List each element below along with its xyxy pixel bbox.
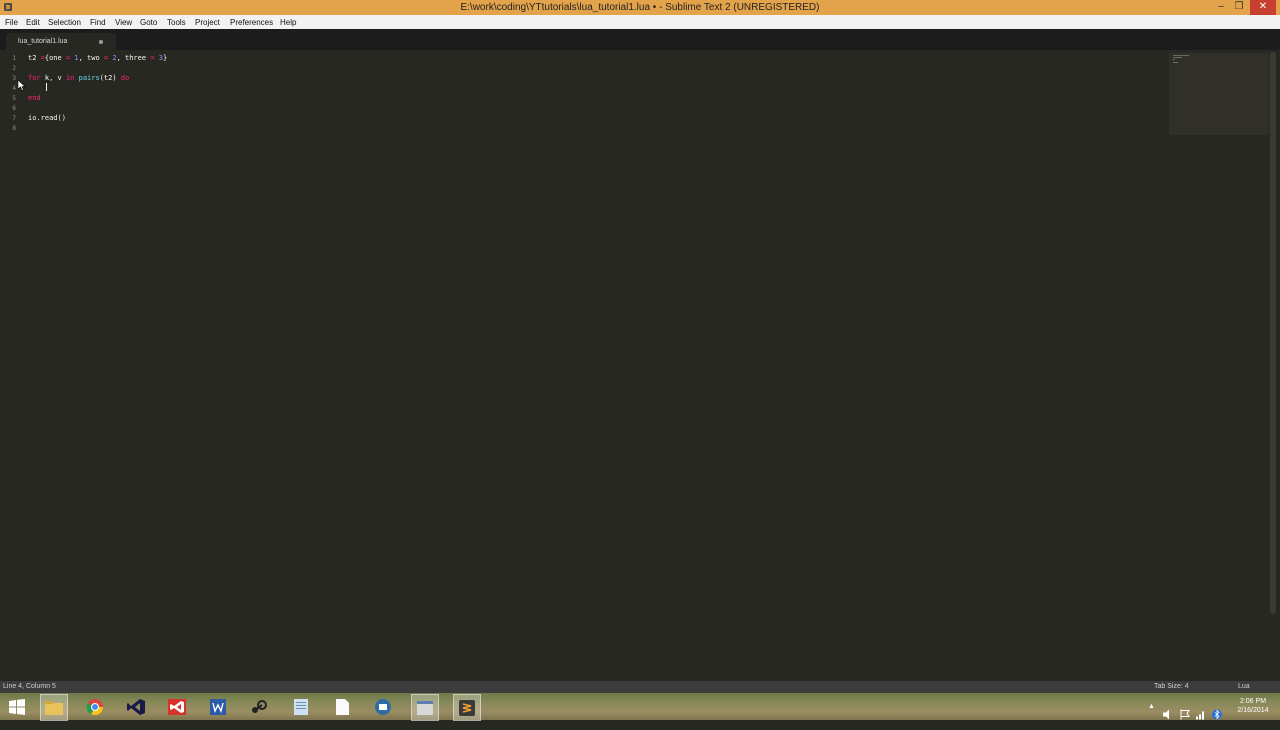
code-line-1: t2 ={one = 1, two = 2, three = 3} [28, 54, 167, 62]
code-token: io.read() [28, 114, 66, 122]
flag-icon[interactable] [1180, 701, 1190, 728]
line-number: 2 [12, 65, 16, 72]
tab-label: lua_tutorial1.lua [18, 38, 68, 45]
code-line-7: io.read() [28, 114, 66, 122]
code-line-3: for k, v in pairs(t2) do [28, 74, 129, 82]
taskbar: ▲ 2:06 PM 2/16/2014 [0, 693, 1280, 721]
code-token: k, v [40, 74, 66, 82]
network-icon[interactable] [1196, 701, 1206, 728]
code-token: pairs [78, 74, 100, 82]
code-token: do [120, 74, 130, 82]
start-icon[interactable] [4, 694, 30, 719]
line-number: 6 [12, 105, 16, 112]
menu-preferences[interactable]: Preferences [230, 18, 273, 27]
tab-size-selector[interactable]: Tab Size: 4 [1154, 683, 1189, 690]
menu-goto[interactable]: Goto [140, 18, 157, 27]
minimap[interactable] [1169, 53, 1269, 135]
sublime-text-icon[interactable] [453, 694, 481, 721]
line-number: 5 [12, 95, 16, 102]
minimize-button[interactable]: – [1212, 0, 1230, 15]
minimap-line [1173, 59, 1175, 60]
code-token: end [28, 94, 41, 102]
show-hidden-icons-icon[interactable]: ▲ [1148, 703, 1155, 730]
word-icon[interactable] [205, 694, 231, 719]
mouse-pointer-icon [18, 80, 26, 91]
cursor-position: Line 4, Column 5 [3, 683, 56, 690]
clock-time: 2:06 PM [1239, 698, 1267, 705]
steam-icon[interactable] [246, 694, 272, 719]
close-button[interactable]: ✕ [1250, 0, 1276, 15]
code-token: , three [116, 54, 151, 62]
minimap-line [1173, 62, 1178, 63]
code-token: , two [78, 54, 104, 62]
line-number: 4 [12, 85, 16, 92]
file-explorer-icon[interactable] [40, 694, 68, 721]
line-number: 3 [12, 75, 16, 82]
code-editor[interactable]: 1 2 3 4 5 6 7 8 t2 ={one = 1, two = 2, t… [0, 50, 1280, 681]
menu-selection[interactable]: Selection [48, 18, 81, 27]
line-number: 8 [12, 125, 16, 132]
file-tab[interactable]: lua_tutorial1.lua [6, 33, 116, 50]
maximize-button[interactable]: ❐ [1230, 0, 1248, 15]
line-number: 1 [12, 55, 16, 62]
minimap-line [1173, 55, 1189, 56]
vertical-scrollbar[interactable] [1270, 52, 1276, 614]
title-bar: E:\work\coding\YTtutorials\lua_tutorial1… [0, 0, 1280, 15]
chrome-icon[interactable] [82, 694, 108, 719]
syntax-selector[interactable]: Lua [1238, 683, 1250, 690]
menu-edit[interactable]: Edit [26, 18, 40, 27]
code-token: } [162, 54, 168, 62]
clock-date: 2/16/2014 [1237, 707, 1269, 714]
code-token: 1 [70, 54, 79, 62]
remote-icon[interactable] [370, 694, 396, 719]
minimap-line [1173, 57, 1182, 58]
code-line-5: end [28, 94, 41, 102]
code-token: for [28, 74, 41, 82]
document-icon[interactable] [288, 694, 314, 719]
unsaved-dot-icon[interactable] [99, 40, 103, 44]
tab-strip: lua_tutorial1.lua [0, 29, 1280, 50]
code-token: 2 [108, 54, 117, 62]
volume-icon[interactable] [1163, 701, 1173, 728]
menu-view[interactable]: View [115, 18, 132, 27]
menu-bar: File Edit Selection Find View Goto Tools… [0, 15, 1280, 29]
code-token: (t2) [99, 74, 121, 82]
line-number: 7 [12, 115, 16, 122]
bluetooth-icon[interactable] [1212, 701, 1222, 728]
code-token: {one [44, 54, 66, 62]
text-cursor [46, 83, 47, 91]
file-icon[interactable] [329, 694, 355, 719]
menu-file[interactable]: File [5, 18, 18, 27]
window-icon[interactable] [411, 694, 439, 721]
code-token: t2 [28, 54, 41, 62]
menu-help[interactable]: Help [280, 18, 296, 27]
visual-studio-icon[interactable] [123, 694, 149, 719]
window-title: E:\work\coding\YTtutorials\lua_tutorial1… [460, 2, 820, 13]
visual-studio-red-icon[interactable] [164, 694, 190, 719]
code-token: 3 [154, 54, 163, 62]
status-bar: Line 4, Column 5 Tab Size: 4 Lua [0, 681, 1280, 693]
menu-tools[interactable]: Tools [167, 18, 186, 27]
menu-project[interactable]: Project [195, 18, 220, 27]
menu-find[interactable]: Find [90, 18, 106, 27]
